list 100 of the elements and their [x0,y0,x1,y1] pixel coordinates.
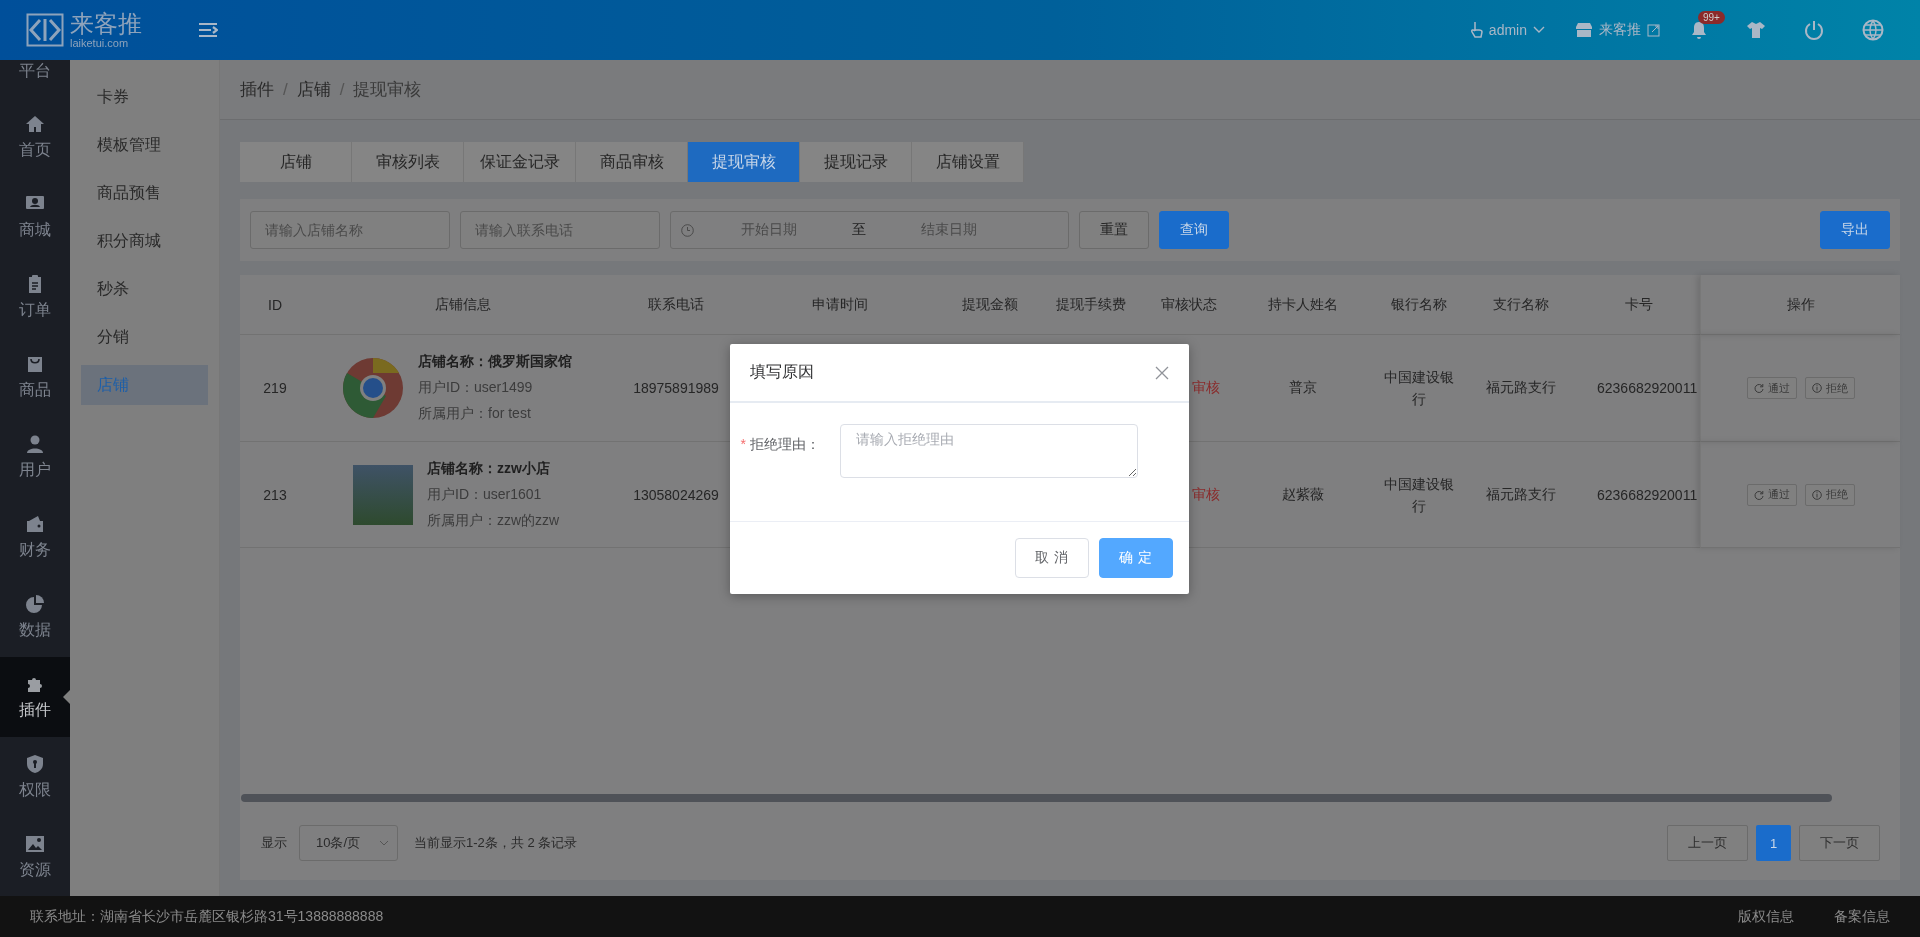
tab[interactable]: 审核列表 [352,142,464,182]
submenu-item[interactable]: 卡券 [81,73,208,121]
logo-text: 来客推 [70,11,142,36]
column-header: 联系电话 [616,275,736,335]
breadcrumb-item[interactable]: 插件 [240,78,274,101]
user-id: 用户ID：user1601 [427,485,543,504]
table-cell: 中国建设银行 [1374,335,1464,442]
reason-field[interactable]: 请输入拒绝理由 [840,424,1138,478]
external-link-icon [1647,23,1660,37]
column-header: 银行名称 [1374,275,1464,335]
tab[interactable]: 提现审核 [688,142,800,182]
breadcrumb-separator: / [283,79,288,100]
sidebar-item[interactable]: 数据 [0,577,70,657]
info-icon [1811,383,1822,393]
breadcrumb-item: 提现审核 [353,79,422,101]
sidebar-item[interactable]: 商品 [0,337,70,417]
info-icon [1811,489,1822,500]
column-header: 提现手续费 [1036,275,1146,335]
page-number[interactable]: 1 [1756,825,1791,861]
user-icon [25,433,45,454]
sidebar-item[interactable]: 插件 [0,657,70,737]
store-icon [1575,22,1593,38]
close-icon[interactable] [1155,365,1169,380]
table-cell: 213 [240,442,310,548]
column-header: 卡号 [1578,275,1700,335]
query-button[interactable]: 查询 [1159,211,1229,249]
record-summary: 当前显示1-2条，共 2 条记录 [414,834,578,852]
required-mark: * [740,436,746,454]
table-cell: 6236682920011 [1578,335,1700,442]
pie-chart-icon [25,593,45,614]
owner: 所属用户：zzw的zzw [427,511,560,530]
notification-badge: 99+ [1698,11,1725,24]
submenu-item[interactable]: 分销 [81,313,208,361]
sidebar-item[interactable]: 财务 [0,497,70,577]
table-cell: 6236682920011 [1578,442,1700,548]
reject-button[interactable]: 拒绝 [1804,377,1855,399]
logo-subtext: laiketui.com [70,37,130,49]
show-label: 显示 [261,834,287,852]
sidebar-item[interactable]: 权限 [0,737,70,817]
hand-icon [1468,21,1483,39]
sidebar-item[interactable]: 平台 [0,60,70,97]
shirt-icon [1746,21,1766,39]
photo-placeholder [353,464,413,525]
column-header: 操作 [1700,275,1900,335]
confirm-button[interactable]: 确 定 [1099,538,1173,578]
submenu-item[interactable]: 秒杀 [81,265,208,313]
reset-button[interactable]: 重置 [1079,211,1149,249]
tab[interactable]: 保证金记录 [464,142,576,182]
refresh-icon [1753,383,1764,393]
approve-button[interactable]: 通过 [1746,483,1797,506]
wallet-icon [25,513,45,534]
status-text: 审核 [1192,379,1220,397]
table-cell: 福元路支行 [1464,442,1578,548]
sidebar-item[interactable]: 首页 [0,97,70,177]
column-header: 持卡人姓名 [1232,275,1374,335]
chevron-down-icon [1533,26,1545,34]
submenu-item[interactable]: 商品预售 [81,169,208,217]
contact-address: 联系地址：湖南省长沙市岳麓区银杉路31号13888888888 [30,907,384,926]
globe-icon [1862,19,1884,41]
field-label: 拒绝理由： [750,436,820,454]
user-id: 用户ID：user1499 [418,379,534,397]
breadcrumb-separator: / [339,79,345,100]
status-text: 审核 [1192,485,1220,504]
user-menu[interactable]: admin [1488,22,1527,38]
submenu-item[interactable]: 积分商城 [81,217,208,265]
scrollbar[interactable] [241,794,1832,802]
tab[interactable]: 商品审核 [576,142,688,182]
reject-button[interactable]: 拒绝 [1804,483,1855,506]
cancel-button[interactable]: 取 消 [1015,538,1089,578]
image-icon [25,833,45,854]
export-button[interactable]: 导出 [1820,211,1890,249]
owner: 所属用户：for test [418,405,532,423]
submenu-item[interactable]: 模板管理 [81,121,208,169]
tab[interactable]: 店铺 [240,142,352,182]
column-header: 店铺信息 [310,275,616,335]
footer-link[interactable]: 版权信息 [1738,907,1794,926]
column-header: 申请时间 [736,275,944,335]
column-header: 审核状态 [1146,275,1232,335]
table-cell: 普京 [1232,335,1374,442]
shield-icon [25,753,45,774]
logo-icon [26,13,64,47]
store-link[interactable]: 来客推 [1599,21,1641,39]
sidebar-item[interactable]: 订单 [0,257,70,337]
sidebar-item[interactable]: 商城 [0,177,70,257]
table-cell: 中国建设银行 [1374,442,1464,548]
circular-logo-image [342,357,404,419]
approve-button[interactable]: 通过 [1746,377,1797,399]
tab[interactable]: 提现记录 [800,142,912,182]
tab[interactable]: 店铺设置 [912,142,1024,182]
sidebar-item[interactable]: 用户 [0,417,70,497]
home-icon [25,113,45,134]
footer-link[interactable]: 备案信息 [1834,907,1890,926]
menu-toggle-icon[interactable] [198,22,218,38]
page-size-select[interactable]: 10条/页 [299,825,398,861]
column-header: ID [240,275,310,335]
sidebar-item[interactable]: 资源 [0,817,70,896]
bell-icon[interactable] [1690,20,1708,40]
power-icon [1804,20,1824,40]
breadcrumb-item[interactable]: 店铺 [296,78,331,101]
store-name: 店铺名称：zzw小店 [427,459,551,478]
